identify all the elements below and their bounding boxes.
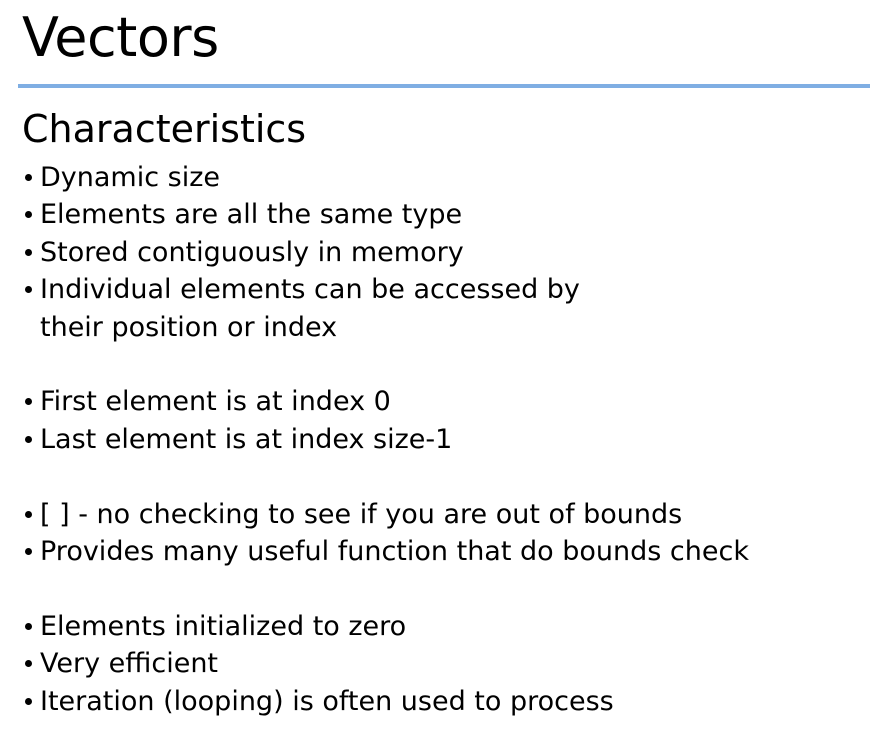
slide: Vectors Characteristics Dynamic size Ele… xyxy=(0,0,870,750)
bullet-item: Dynamic size xyxy=(24,159,749,196)
bullet-item: Stored contiguously in memory xyxy=(24,234,749,271)
bullet-dot-icon xyxy=(25,435,32,443)
bullet-text-continuation: their position or index xyxy=(40,311,338,343)
bullet-text: Elements initialized to zero xyxy=(40,610,407,642)
bullet-item: Individual elements can be accessed by t… xyxy=(24,271,749,346)
bullet-text: Last element is at index size-1 xyxy=(40,423,453,455)
bullet-text: Iteration (looping) is often used to pro… xyxy=(40,685,614,717)
slide-subtitle: Characteristics xyxy=(22,107,307,151)
title-divider xyxy=(18,84,870,88)
bullet-dot-icon xyxy=(25,548,32,556)
bullet-text: Dynamic size xyxy=(40,162,221,193)
bullet-item: [ ] - no checking to see if you are out … xyxy=(24,496,749,533)
bullet-group-spacer xyxy=(24,570,749,607)
bullet-dot-icon xyxy=(25,660,32,668)
bullet-item: Iteration (looping) is often used to pro… xyxy=(24,683,749,720)
bullet-text: Individual elements can be accessed by xyxy=(40,274,580,306)
bullet-item: Very efficient xyxy=(24,645,749,682)
bullet-text: Stored contiguously in memory xyxy=(40,236,464,268)
bullet-dot-icon xyxy=(25,697,32,705)
bullet-text: [ ] - no checking to see if you are out … xyxy=(40,498,683,530)
bullet-dot-icon xyxy=(25,398,32,406)
bullet-text: Very efficient xyxy=(40,648,219,680)
bullet-item: Last element is at index size-1 xyxy=(24,421,749,458)
bullet-item: Elements initialized to zero xyxy=(24,608,749,645)
bullet-dot-icon xyxy=(25,622,32,630)
bullet-item: Provides many useful function that do bo… xyxy=(24,533,749,570)
slide-title: Vectors xyxy=(22,6,219,69)
bullet-item: Elements are all the same type xyxy=(24,196,749,233)
bullet-dot-icon xyxy=(25,248,32,256)
bullet-text: Provides many useful function that do bo… xyxy=(40,536,749,568)
bullet-group-spacer xyxy=(24,346,749,383)
bullet-dot-icon xyxy=(25,286,32,294)
bullet-text: Elements are all the same type xyxy=(40,199,463,231)
bullet-dot-icon xyxy=(25,211,32,219)
bullet-dot-icon xyxy=(25,174,32,181)
bullet-dot-icon xyxy=(25,510,32,518)
bullet-item: First element is at index 0 xyxy=(24,383,749,420)
bullet-group-spacer xyxy=(24,458,749,495)
bullet-list: Dynamic size Elements are all the same t… xyxy=(24,159,749,720)
bullet-text: First element is at index 0 xyxy=(40,386,391,418)
